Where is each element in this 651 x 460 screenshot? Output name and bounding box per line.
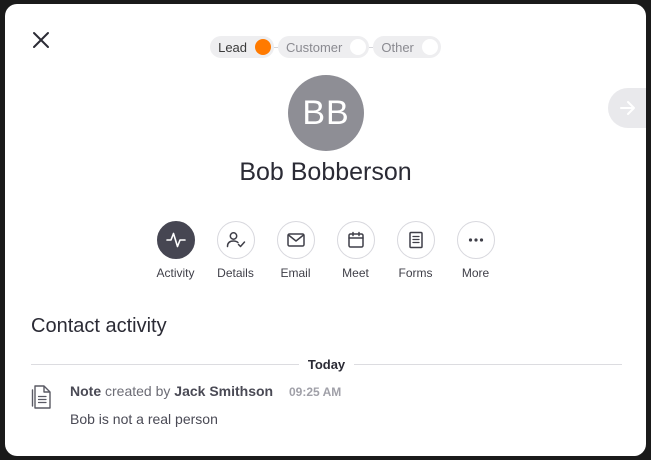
action-circle bbox=[396, 221, 435, 259]
next-contact-button[interactable] bbox=[608, 88, 646, 128]
person-check-icon bbox=[226, 232, 245, 248]
day-divider: Today bbox=[31, 356, 623, 372]
form-icon bbox=[408, 231, 423, 249]
stage-indicator bbox=[421, 39, 438, 55]
action-circle bbox=[216, 221, 255, 259]
action-bar: Activity Details Email Meet Forms More bbox=[5, 221, 646, 280]
stage-indicator bbox=[350, 39, 367, 55]
details-action-button[interactable]: Details bbox=[216, 221, 255, 280]
action-label: More bbox=[461, 266, 490, 280]
activity-icon bbox=[165, 232, 186, 248]
stage-lead[interactable]: Lead bbox=[210, 36, 275, 58]
stage-customer[interactable]: Customer bbox=[278, 36, 370, 58]
avatar: BB bbox=[288, 75, 364, 151]
more-icon bbox=[468, 238, 483, 242]
divider-line bbox=[31, 363, 299, 365]
stage-label: Customer bbox=[286, 39, 343, 55]
action-circle bbox=[156, 221, 195, 259]
activity-created-by: created by bbox=[105, 383, 171, 399]
activity-time: 09:25 AM bbox=[289, 385, 342, 399]
activity-type: Note bbox=[70, 383, 102, 399]
action-label: Details bbox=[217, 266, 254, 280]
activity-header: Note created by Jack Smithson 09:25 AM bbox=[70, 383, 341, 399]
more-action-button[interactable]: More bbox=[456, 221, 495, 280]
action-label: Email bbox=[280, 266, 311, 280]
action-circle bbox=[456, 221, 495, 259]
contact-modal: Lead Customer Other BB Bob Bobberson Act… bbox=[5, 4, 646, 456]
activity-action-button[interactable]: Activity bbox=[156, 221, 195, 280]
section-title: Contact activity bbox=[31, 315, 167, 337]
calendar-icon bbox=[347, 231, 364, 248]
forms-action-button[interactable]: Forms bbox=[396, 221, 435, 280]
avatar-initials: BB bbox=[302, 93, 350, 132]
stage-other[interactable]: Other bbox=[373, 36, 441, 58]
arrow-right-icon bbox=[620, 101, 635, 115]
meet-action-button[interactable]: Meet bbox=[336, 221, 375, 280]
activity-body: Bob is not a real person bbox=[70, 411, 218, 427]
contact-name: Bob Bobberson bbox=[239, 158, 412, 186]
activity-author[interactable]: Jack Smithson bbox=[174, 383, 273, 399]
stage-label: Other bbox=[381, 39, 414, 55]
action-label: Forms bbox=[398, 266, 433, 280]
divider-line bbox=[354, 363, 623, 365]
envelope-icon bbox=[286, 233, 305, 247]
action-circle bbox=[276, 221, 315, 259]
action-circle bbox=[336, 221, 375, 259]
stage-label: Lead bbox=[218, 39, 248, 55]
action-label: Meet bbox=[342, 266, 369, 280]
day-label: Today bbox=[307, 356, 346, 372]
note-icon bbox=[31, 385, 51, 409]
action-label: Activity bbox=[156, 266, 195, 280]
lifecycle-stage-selector: Lead Customer Other bbox=[5, 35, 646, 59]
stage-indicator bbox=[255, 39, 272, 55]
email-action-button[interactable]: Email bbox=[276, 221, 315, 280]
